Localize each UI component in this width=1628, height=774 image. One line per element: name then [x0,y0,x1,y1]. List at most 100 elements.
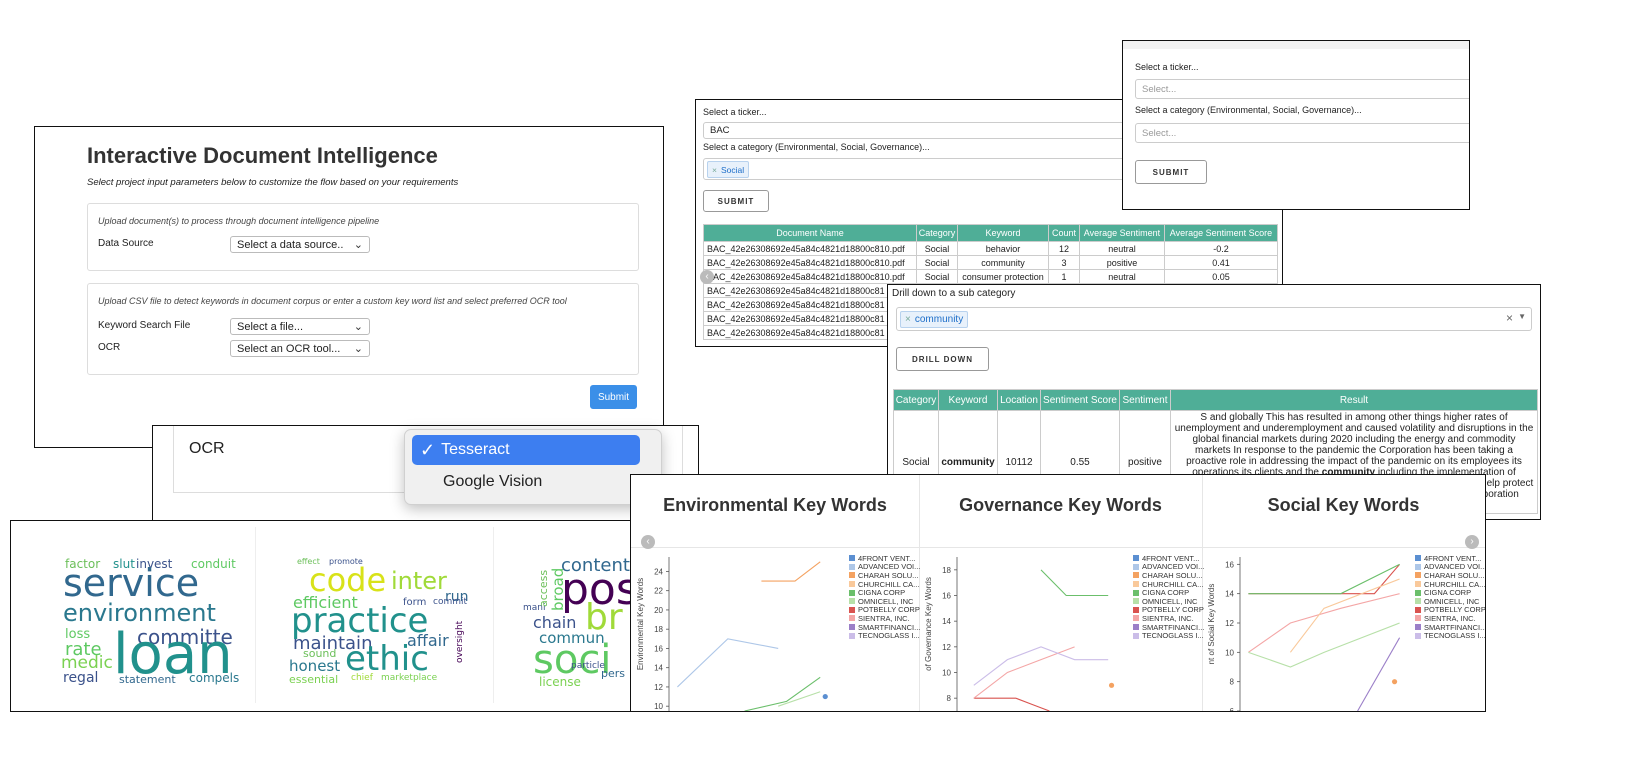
y-axis-label: nt of Social Key Words [1207,584,1216,665]
ocr-option-tesseract[interactable]: ✓ Tesseract [412,435,640,465]
legend-item[interactable]: POTBELLY CORP [1415,605,1485,614]
submit-button[interactable]: Submit [590,385,637,409]
series-point[interactable] [822,693,828,700]
empty-category-select[interactable]: Select... [1135,123,1469,143]
drilldown-select[interactable]: × community × ▼ [896,307,1532,331]
series-line[interactable] [1357,637,1401,711]
legend-item[interactable]: OMNICELL, INC [1415,597,1485,606]
column-header[interactable]: Sentiment Score [1040,389,1120,411]
column-header[interactable]: Result [1170,389,1538,411]
remove-tag-icon[interactable]: × [712,165,717,175]
series-line[interactable] [973,646,1075,699]
legend-item[interactable]: SMARTFINANCI... [1133,623,1204,632]
legend-item[interactable]: SIENTRA, INC. [1133,614,1204,623]
legend-item[interactable]: TECNOGLASS I... [849,631,920,640]
drilldown-button[interactable]: DRILL DOWN [896,347,989,371]
keyword-file-select[interactable]: Select a file... ⌄ [230,318,370,335]
table-cell: behavior [957,241,1049,256]
series-point[interactable] [1391,679,1398,685]
legend-item[interactable]: CIGNA CORP [1415,588,1485,597]
ocr-options-menu: ✓ Tesseract Google Vision [404,429,662,505]
series-line[interactable] [1248,563,1401,595]
legend-item[interactable]: 4FRONT VENT... [1133,554,1204,563]
category-tag[interactable]: × Social [707,161,750,178]
legend-swatch [849,598,855,605]
column-header[interactable]: Location [997,389,1041,411]
legend-item[interactable]: ADVANCED VOI... [1133,562,1204,571]
legend-item[interactable]: CHURCHILL CA... [1415,580,1485,589]
legend-swatch [1415,632,1421,639]
chevron-down-icon[interactable]: ▼ [1518,312,1526,321]
ocr-option-google-vision[interactable]: Google Vision [412,468,640,496]
legend-item[interactable]: CHARAH SOLU... [1133,571,1204,580]
legend-item[interactable]: SMARTFINANCI... [1415,623,1485,632]
legend-item[interactable]: 4FRONT VENT... [849,554,920,563]
wordcloud-word: oversight [455,620,465,663]
legend-item[interactable]: POTBELLY CORP [849,605,920,614]
legend-item[interactable]: POTBELLY CORP [1133,605,1204,614]
legend-item[interactable]: SIENTRA, INC. [1415,614,1485,623]
series-line[interactable] [1248,622,1400,668]
wordcloud-social: mani access broad content pos chain br c… [497,527,639,703]
subcategory-tag[interactable]: × community [900,311,969,328]
column-header[interactable]: Category [916,224,958,242]
legend-item[interactable]: ADVANCED VOI... [849,562,920,571]
series-line[interactable] [973,697,1050,711]
empty-category-placeholder: Select... [1142,127,1177,139]
carousel-prev-icon[interactable]: ‹ [700,270,714,284]
table-header-row: Category Keyword Location Sentiment Scor… [893,389,1538,411]
remove-tag-icon[interactable]: × [905,314,911,325]
empty-ticker-select[interactable]: Select... [1135,79,1469,99]
carousel-next-icon[interactable]: › [1465,535,1479,549]
legend-item[interactable]: CIGNA CORP [1133,588,1204,597]
column-header[interactable]: Sentiment [1119,389,1171,411]
series-line[interactable] [761,561,821,582]
ticker-submit-button[interactable]: SUBMIT [703,190,769,212]
chart-title-governance: Governance Key Words [959,495,1162,515]
column-header[interactable]: Count [1048,224,1080,242]
series-line[interactable] [1289,578,1400,653]
main-form-panel: Interactive Document Intelligence Select… [34,126,664,448]
series-line[interactable] [778,691,821,707]
table-header-row: Document Name Category Keyword Count Ave… [703,224,1278,242]
legend-item[interactable]: SIENTRA, INC. [849,614,920,623]
chevron-down-icon: ⌄ [353,343,363,355]
legend-item[interactable]: CHURCHILL CA... [849,580,920,589]
table-row[interactable]: BAC_42e26308692e45a84c4821d18800c810.pdf… [703,269,1278,284]
legend-swatch [1133,632,1139,639]
legend-item[interactable]: TECNOGLASS I... [1415,631,1485,640]
series-line[interactable] [1248,593,1400,653]
series-line[interactable] [744,676,821,711]
ocr-select[interactable]: Select an OCR tool... ⌄ [230,340,370,357]
legend-item[interactable]: SMARTFINANCI... [849,623,920,632]
legend-item[interactable]: CHARAH SOLU... [1415,571,1485,580]
empty-submit-button[interactable]: SUBMIT [1135,160,1207,184]
series-line[interactable] [973,646,1109,686]
column-header[interactable]: Keyword [957,224,1049,242]
carousel-prev-icon[interactable]: ‹ [641,535,655,549]
legend-item[interactable]: OMNICELL, INC [849,597,920,606]
legend-swatch [1133,581,1139,588]
column-header[interactable]: Keyword [938,389,998,411]
column-header[interactable]: Document Name [703,224,917,242]
legend-item[interactable]: TECNOGLASS I... [1133,631,1204,640]
series-point[interactable] [1108,682,1115,688]
column-header[interactable]: Average Sentiment Score [1164,224,1278,242]
legend-item[interactable]: ADVANCED VOI... [1415,562,1485,571]
data-source-select[interactable]: Select a data source.. ⌄ [230,236,370,253]
column-header[interactable]: Category [893,389,939,411]
column-header[interactable]: Average Sentiment [1079,224,1165,242]
legend-item[interactable]: CIGNA CORP [849,588,920,597]
series-line[interactable] [677,638,779,688]
legend-item[interactable]: OMNICELL, INC [1133,597,1204,606]
clear-icon[interactable]: × [1506,311,1513,325]
legend-item[interactable]: 4FRONT VENT... [1415,554,1485,563]
legend-item[interactable]: CHURCHILL CA... [1133,580,1204,589]
ocr-value: Select an OCR tool... [237,342,341,355]
legend-item[interactable]: CHARAH SOLU... [849,571,920,580]
series-line[interactable] [1248,563,1400,595]
table-row[interactable]: BAC_42e26308692e45a84c4821d18800c810.pdf… [703,241,1278,256]
table-row[interactable]: BAC_42e26308692e45a84c4821d18800c810.pdf… [703,255,1278,270]
y-tick-label: 12 [654,683,663,692]
series-line[interactable] [1040,569,1109,597]
